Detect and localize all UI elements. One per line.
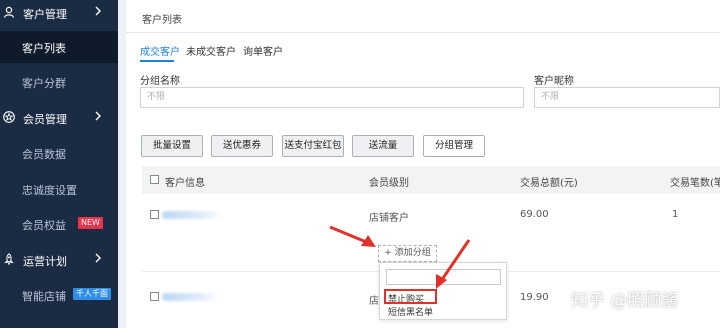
sidebar-item-member-benefits[interactable]: 会员权益 NEW (0, 208, 118, 240)
sidebar-item-member-data[interactable]: 会员数据 (0, 137, 118, 169)
app-window: 客户管理 客户列表 客户分群 会员管理 会员数据 忠诚度设置 会员权益 NEW … (0, 0, 720, 328)
main-content: 客户列表 成交客户 未成交客户 询单客户 分组名称 不限 客户昵称 不限 批量设… (126, 0, 720, 328)
sidebar-group-label: 会员管理 (23, 113, 67, 126)
chevron-right-icon (95, 111, 101, 121)
star-icon (3, 111, 15, 123)
sidebar-item-smart-store[interactable]: 智能店铺 千人千面 (0, 279, 118, 311)
sidebar-item-label: 会员权益 (22, 219, 66, 232)
sidebar-item-label: 智能店铺 (22, 290, 66, 303)
sidebar-group-ops[interactable]: 运营计划 (0, 242, 118, 278)
sidebar-item-customer-segment[interactable]: 客户分群 (0, 66, 118, 98)
layout-gutter (118, 0, 126, 328)
user-icon (3, 6, 15, 18)
sidebar-item-label: 客户分群 (22, 77, 66, 90)
sidebar-item-label: 会员数据 (22, 148, 66, 161)
sidebar-item-loyalty-settings[interactable]: 忠诚度设置 (0, 173, 118, 205)
watermark: 知乎 @照顾酱 (571, 291, 679, 311)
chevron-right-icon (95, 6, 101, 16)
thousand-faces-badge: 千人千面 (73, 288, 111, 300)
sidebar-item-label: 忠诚度设置 (22, 184, 77, 197)
new-badge: NEW (78, 217, 103, 229)
sidebar-group-label: 客户管理 (23, 8, 67, 21)
annotation-arrows (329, 225, 471, 289)
chevron-right-icon (95, 253, 101, 263)
annotation-arrow (437, 239, 471, 285)
sidebar-group-label: 运营计划 (23, 255, 67, 268)
sidebar-item-customer-list[interactable]: 客户列表 (0, 31, 118, 63)
sidebar-group-member[interactable]: 会员管理 (0, 100, 118, 136)
rocket-icon (4, 253, 14, 265)
sidebar: 客户管理 客户列表 客户分群 会员管理 会员数据 忠诚度设置 会员权益 NEW … (0, 0, 118, 328)
sidebar-item-label: 客户列表 (22, 42, 66, 55)
sidebar-group-customer[interactable]: 客户管理 (0, 0, 118, 31)
